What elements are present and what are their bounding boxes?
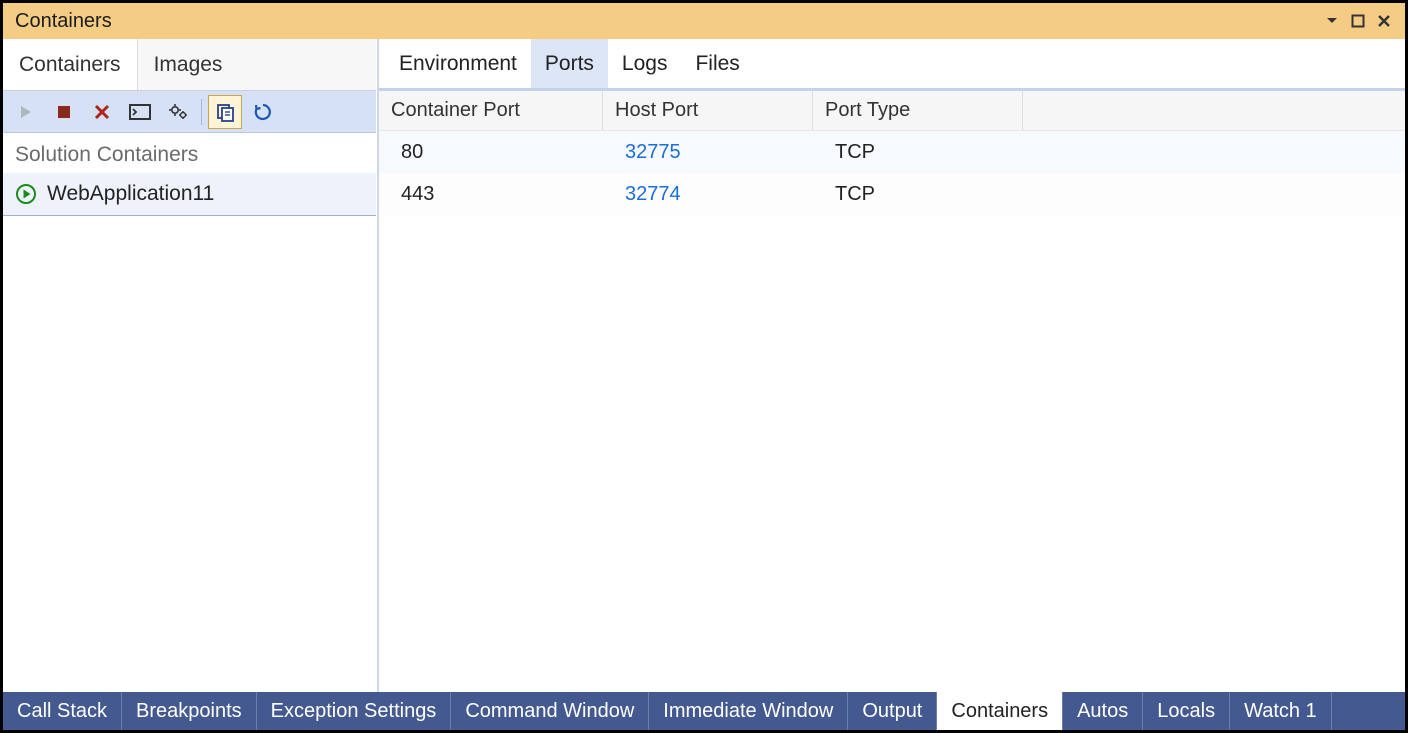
container-list: WebApplication11 <box>3 173 376 216</box>
tab-ports[interactable]: Ports <box>531 39 608 88</box>
cell-host-port[interactable]: 32774 <box>603 183 813 206</box>
container-item[interactable]: WebApplication11 <box>3 173 376 215</box>
terminal-button[interactable] <box>123 95 157 129</box>
window-title: Containers <box>15 10 112 33</box>
sidebar-tabs: Containers Images <box>3 39 376 91</box>
bottom-tab-immediate-window[interactable]: Immediate Window <box>649 692 848 730</box>
bottom-tab-exception-settings[interactable]: Exception Settings <box>257 692 452 730</box>
bottom-tab-command-window[interactable]: Command Window <box>451 692 649 730</box>
toolbar-separator <box>201 99 202 125</box>
settings-button[interactable] <box>161 95 195 129</box>
sidebar-toolbar <box>3 91 376 133</box>
bottom-tabs: Call Stack Breakpoints Exception Setting… <box>3 692 1405 730</box>
cell-port-type: TCP <box>813 141 1023 164</box>
delete-button[interactable] <box>85 95 119 129</box>
stop-button[interactable] <box>47 95 81 129</box>
header-port-type[interactable]: Port Type <box>813 91 1023 130</box>
dropdown-icon[interactable] <box>1319 8 1345 34</box>
ports-body: 80 32775 TCP 443 32774 TCP <box>379 131 1405 215</box>
header-container-port[interactable]: Container Port <box>379 91 603 130</box>
container-item-label: WebApplication11 <box>47 182 214 206</box>
bottom-tab-watch1[interactable]: Watch 1 <box>1230 692 1332 730</box>
copy-button[interactable] <box>208 95 242 129</box>
sidebar: Containers Images <box>3 39 377 692</box>
ports-row[interactable]: 443 32774 TCP <box>379 173 1405 215</box>
tab-logs[interactable]: Logs <box>608 39 682 88</box>
bottom-tab-locals[interactable]: Locals <box>1143 692 1230 730</box>
bottom-tab-autos[interactable]: Autos <box>1063 692 1143 730</box>
tab-environment[interactable]: Environment <box>385 39 531 88</box>
start-button[interactable] <box>9 95 43 129</box>
bottom-tab-containers[interactable]: Containers <box>937 692 1063 730</box>
tab-files[interactable]: Files <box>681 39 753 88</box>
bottom-tab-output[interactable]: Output <box>848 692 937 730</box>
cell-port-type: TCP <box>813 183 1023 206</box>
cell-container-port: 80 <box>379 141 603 164</box>
ports-header: Container Port Host Port Port Type <box>379 91 1405 131</box>
running-icon <box>15 183 37 205</box>
header-host-port[interactable]: Host Port <box>603 91 813 130</box>
detail-tabs: Environment Ports Logs Files <box>379 39 1405 91</box>
header-spacer <box>1023 91 1405 130</box>
maximize-icon[interactable] <box>1345 8 1371 34</box>
title-bar: Containers <box>3 3 1405 39</box>
bottom-tab-breakpoints[interactable]: Breakpoints <box>122 692 257 730</box>
detail-pane: Environment Ports Logs Files Container P… <box>377 39 1405 692</box>
cell-host-port[interactable]: 32775 <box>603 141 813 164</box>
tab-images[interactable]: Images <box>138 39 239 90</box>
close-icon[interactable] <box>1371 8 1397 34</box>
cell-container-port: 443 <box>379 183 603 206</box>
tab-containers[interactable]: Containers <box>3 39 138 90</box>
refresh-button[interactable] <box>246 95 280 129</box>
bottom-tab-call-stack[interactable]: Call Stack <box>3 692 122 730</box>
sidebar-section-label: Solution Containers <box>3 133 376 173</box>
ports-row[interactable]: 80 32775 TCP <box>379 131 1405 173</box>
